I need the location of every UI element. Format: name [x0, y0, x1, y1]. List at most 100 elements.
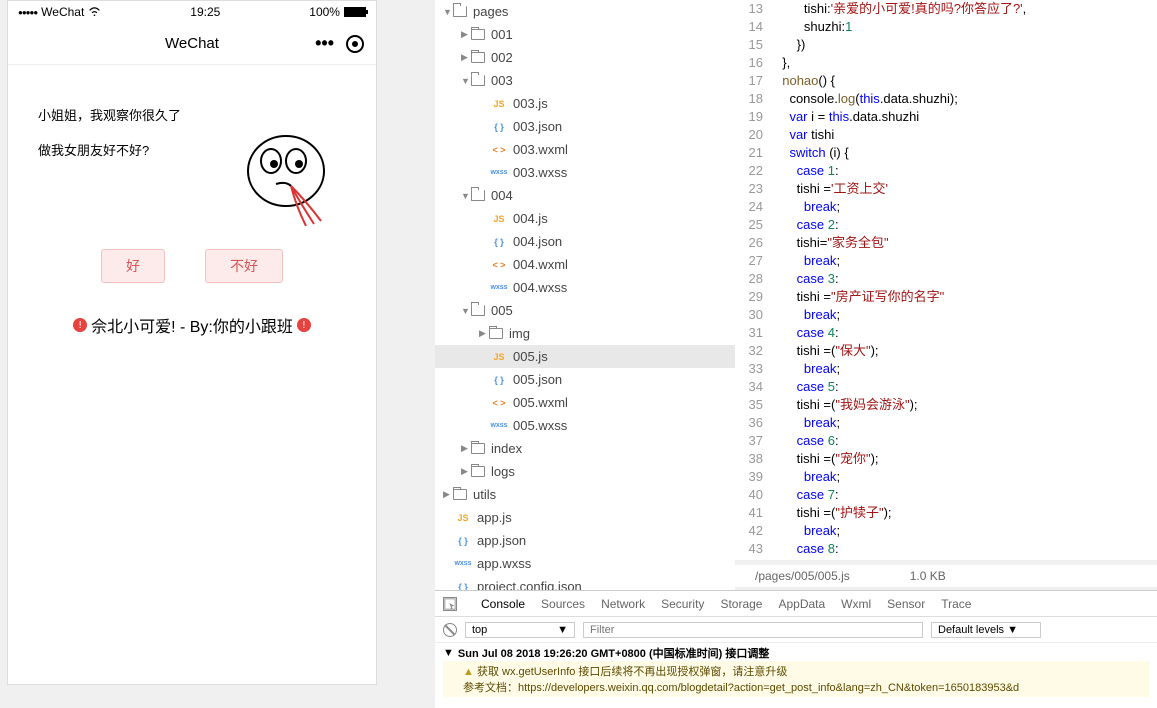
code-line[interactable]: 17 nohao() {	[735, 72, 1157, 90]
line-number: 37	[735, 432, 775, 450]
code-line[interactable]: 20 var tishi	[735, 126, 1157, 144]
devtools-tab-wxml[interactable]: Wxml	[841, 597, 871, 611]
folder-item[interactable]: pages	[435, 0, 735, 23]
devtools-tab-appdata[interactable]: AppData	[778, 597, 825, 611]
tree-arrow-icon[interactable]	[443, 489, 453, 500]
wxml-file-icon: < >	[489, 398, 509, 408]
code-line[interactable]: 36 break;	[735, 414, 1157, 432]
close-capsule-icon[interactable]	[346, 35, 364, 53]
more-icon[interactable]: •••	[315, 33, 334, 54]
tree-arrow-icon[interactable]	[461, 52, 471, 63]
tree-arrow-icon[interactable]	[461, 29, 471, 40]
code-line[interactable]: 38 tishi =("宠你");	[735, 450, 1157, 468]
code-line[interactable]: 32 tishi =("保大");	[735, 342, 1157, 360]
file-item[interactable]: { }app.json	[435, 529, 735, 552]
file-item[interactable]: wxss003.wxss	[435, 161, 735, 184]
code-line[interactable]: 14 shuzhi:1	[735, 18, 1157, 36]
file-item[interactable]: { }project.config.json	[435, 575, 735, 590]
doc-link[interactable]: https://developers.weixin.qq.com/blogdet…	[518, 682, 1019, 694]
file-size: 1.0 KB	[910, 569, 946, 583]
code-line[interactable]: 25 case 2:	[735, 216, 1157, 234]
folder-item[interactable]: 005	[435, 299, 735, 322]
clear-console-icon[interactable]	[443, 623, 457, 637]
file-item[interactable]: JS003.js	[435, 92, 735, 115]
devtools-tab-trace[interactable]: Trace	[941, 597, 971, 611]
tree-arrow-icon[interactable]	[461, 76, 471, 86]
devtools-tab-sources[interactable]: Sources	[541, 597, 585, 611]
folder-item[interactable]: logs	[435, 460, 735, 483]
folder-icon	[471, 52, 485, 63]
code-line[interactable]: 43 case 8:	[735, 540, 1157, 558]
filter-input[interactable]	[583, 622, 923, 638]
file-item[interactable]: JS005.js	[435, 345, 735, 368]
tree-arrow-icon[interactable]	[461, 443, 471, 454]
line-number: 22	[735, 162, 775, 180]
code-line[interactable]: 22 case 1:	[735, 162, 1157, 180]
devtools-tab-network[interactable]: Network	[601, 597, 645, 611]
devtools-tab-sensor[interactable]: Sensor	[887, 597, 925, 611]
file-item[interactable]: JS004.js	[435, 207, 735, 230]
code-line[interactable]: 26 tishi="家务全包"	[735, 234, 1157, 252]
file-item[interactable]: < >004.wxml	[435, 253, 735, 276]
tree-arrow-icon[interactable]	[479, 328, 489, 339]
collapse-arrow-icon[interactable]: ▼	[443, 647, 454, 659]
code-line[interactable]: 16 },	[735, 54, 1157, 72]
code-line[interactable]: 31 case 4:	[735, 324, 1157, 342]
file-item[interactable]: wxss004.wxss	[435, 276, 735, 299]
tree-arrow-icon[interactable]	[461, 466, 471, 477]
file-item[interactable]: < >005.wxml	[435, 391, 735, 414]
code-line[interactable]: 41 tishi =("护犊子");	[735, 504, 1157, 522]
code-line[interactable]: 42 break;	[735, 522, 1157, 540]
code-editor[interactable]: 13 tishi:'亲爱的小可爱!真的吗?你答应了?',14 shuzhi:11…	[735, 0, 1157, 560]
folder-item[interactable]: utils	[435, 483, 735, 506]
tree-arrow-icon[interactable]	[461, 306, 471, 316]
file-item[interactable]: { }004.json	[435, 230, 735, 253]
code-line[interactable]: 35 tishi =("我妈会游泳");	[735, 396, 1157, 414]
code-line[interactable]: 39 break;	[735, 468, 1157, 486]
file-item[interactable]: { }003.json	[435, 115, 735, 138]
tree-arrow-icon[interactable]	[461, 191, 471, 201]
code-line[interactable]: 21 switch (i) {	[735, 144, 1157, 162]
context-dropdown[interactable]: top▼	[465, 622, 575, 638]
code-line[interactable]: 19 var i = this.data.shuzhi	[735, 108, 1157, 126]
code-line[interactable]: 27 break;	[735, 252, 1157, 270]
code-line[interactable]: 37 case 6:	[735, 432, 1157, 450]
file-item[interactable]: < >003.wxml	[435, 138, 735, 161]
tree-arrow-icon[interactable]	[443, 7, 453, 17]
folder-item[interactable]: img	[435, 322, 735, 345]
file-item[interactable]: JSapp.js	[435, 506, 735, 529]
good-button[interactable]: 好	[101, 249, 165, 283]
code-line[interactable]: 18 console.log(this.data.shuzhi);	[735, 90, 1157, 108]
levels-dropdown[interactable]: Default levels ▼	[931, 622, 1041, 638]
devtools-tab-console[interactable]: Console	[481, 597, 525, 611]
item-label: logs	[491, 464, 515, 479]
code-line[interactable]: 24 break;	[735, 198, 1157, 216]
bad-button[interactable]: 不好	[205, 249, 283, 283]
folder-item[interactable]: 004	[435, 184, 735, 207]
code-line[interactable]: 34 case 5:	[735, 378, 1157, 396]
file-item[interactable]: wxssapp.wxss	[435, 552, 735, 575]
folder-item[interactable]: 003	[435, 69, 735, 92]
file-item[interactable]: { }005.json	[435, 368, 735, 391]
code-line[interactable]: 13 tishi:'亲爱的小可爱!真的吗?你答应了?',	[735, 0, 1157, 18]
wifi-icon	[88, 7, 101, 17]
code-line[interactable]: 33 break;	[735, 360, 1157, 378]
element-selector-icon[interactable]	[443, 597, 457, 611]
code-line[interactable]: 23 tishi ='工资上交'	[735, 180, 1157, 198]
code-line[interactable]: 28 case 3:	[735, 270, 1157, 288]
code-content: })	[775, 36, 805, 54]
folder-item[interactable]: 002	[435, 46, 735, 69]
code-line[interactable]: 30 break;	[735, 306, 1157, 324]
file-item[interactable]: wxss005.wxss	[435, 414, 735, 437]
line-number: 21	[735, 144, 775, 162]
code-line[interactable]: 29 tishi ="房产证写你的名字"	[735, 288, 1157, 306]
devtools-tab-security[interactable]: Security	[661, 597, 704, 611]
item-label: app.js	[477, 510, 512, 525]
devtools-tab-storage[interactable]: Storage	[720, 597, 762, 611]
code-line[interactable]: 40 case 7:	[735, 486, 1157, 504]
code-content: switch (i) {	[775, 144, 849, 162]
folder-item[interactable]: 001	[435, 23, 735, 46]
folder-item[interactable]: index	[435, 437, 735, 460]
file-explorer[interactable]: pages001002003JS003.js{ }003.json< >003.…	[435, 0, 735, 590]
code-line[interactable]: 15 })	[735, 36, 1157, 54]
